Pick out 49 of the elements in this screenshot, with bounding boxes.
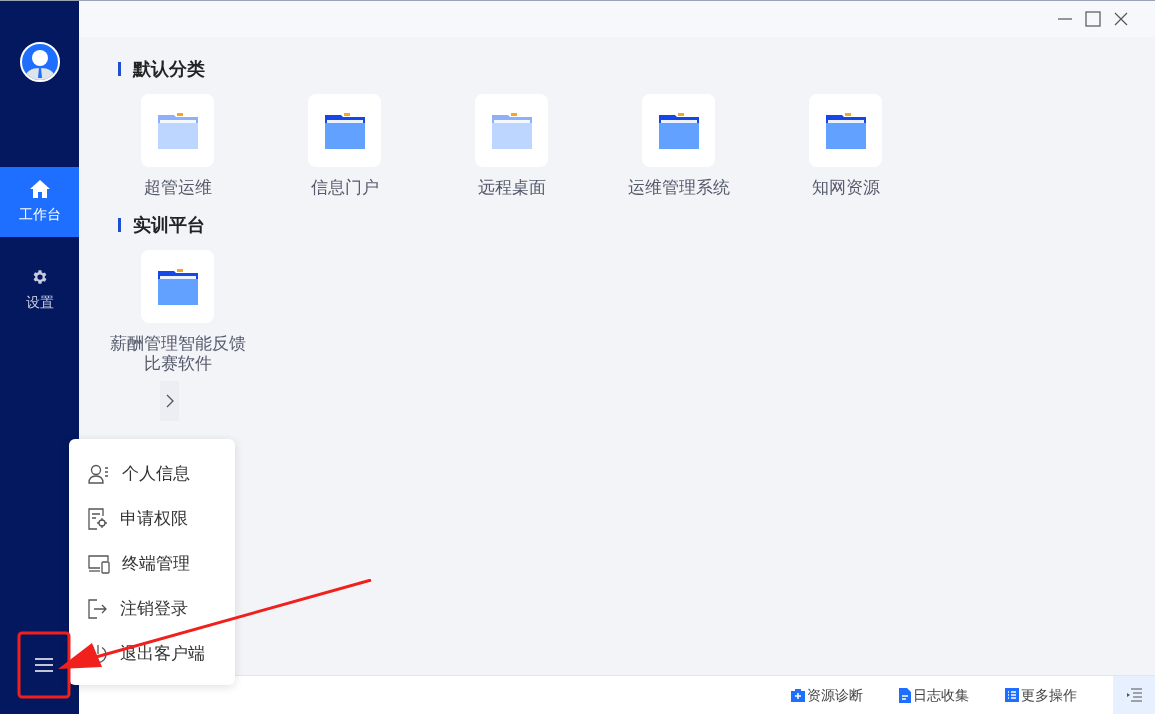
app-label: 运维管理系统 — [626, 177, 731, 197]
home-icon — [29, 179, 50, 198]
menu-item[interactable]: 注销登录 — [69, 586, 235, 631]
logout-icon — [88, 598, 108, 619]
app-tile[interactable]: 超管运维 — [94, 94, 261, 197]
app-tile[interactable]: 薪酬管理智能反馈比赛软件 — [94, 250, 261, 373]
avatar[interactable] — [19, 42, 60, 82]
folder-icon — [157, 268, 198, 305]
section-title: 默认分类 — [133, 57, 205, 81]
menu-item[interactable]: 申请权限 — [69, 496, 235, 541]
medical-kit-icon — [791, 688, 805, 702]
app-tile[interactable]: 运维管理系统 — [595, 94, 762, 197]
close-icon[interactable] — [1113, 11, 1129, 27]
section-marker — [118, 217, 121, 232]
folder-icon — [491, 112, 532, 149]
annotation-highlight-box — [17, 631, 71, 699]
status-button[interactable]: 资源诊断 — [791, 684, 863, 706]
app-label: 远程桌面 — [476, 177, 547, 197]
app-label: 薪酬管理智能反馈比赛软件 — [108, 333, 247, 373]
indent-menu-icon — [1126, 688, 1142, 702]
app-label: 信息门户 — [309, 177, 380, 197]
app-tile[interactable]: 信息门户 — [261, 94, 428, 197]
user-icon — [88, 463, 110, 484]
app-tile[interactable]: 远程桌面 — [428, 94, 595, 197]
folder-icon — [157, 112, 198, 149]
document-gear-icon — [88, 507, 108, 530]
app-label: 知网资源 — [810, 177, 881, 197]
sidebar-tab[interactable]: 设置 — [0, 255, 79, 325]
chevron-right-icon — [165, 394, 174, 408]
folder-icon — [324, 112, 365, 149]
status-button[interactable]: 更多操作 — [1005, 684, 1077, 706]
app-tile[interactable]: 知网资源 — [762, 94, 929, 197]
document-icon — [899, 687, 911, 703]
section-title: 实训平台 — [133, 213, 205, 237]
maximize-icon[interactable] — [1085, 11, 1101, 27]
section-marker — [118, 61, 121, 76]
menu-item[interactable]: 个人信息 — [69, 451, 235, 496]
devices-icon — [88, 553, 110, 574]
menu-item[interactable]: 终端管理 — [69, 541, 235, 586]
folder-icon — [658, 112, 699, 149]
person-silhouette-icon — [24, 48, 55, 80]
app-label: 超管运维 — [142, 177, 213, 197]
expand-tab[interactable] — [160, 381, 179, 421]
collapse-button[interactable] — [1113, 676, 1155, 714]
menu-icon — [35, 657, 53, 673]
folder-icon — [825, 112, 866, 149]
sidebar-tab[interactable]: 工作台 — [0, 167, 79, 237]
list-icon — [1005, 688, 1019, 702]
status-button[interactable]: 日志收集 — [899, 684, 969, 706]
